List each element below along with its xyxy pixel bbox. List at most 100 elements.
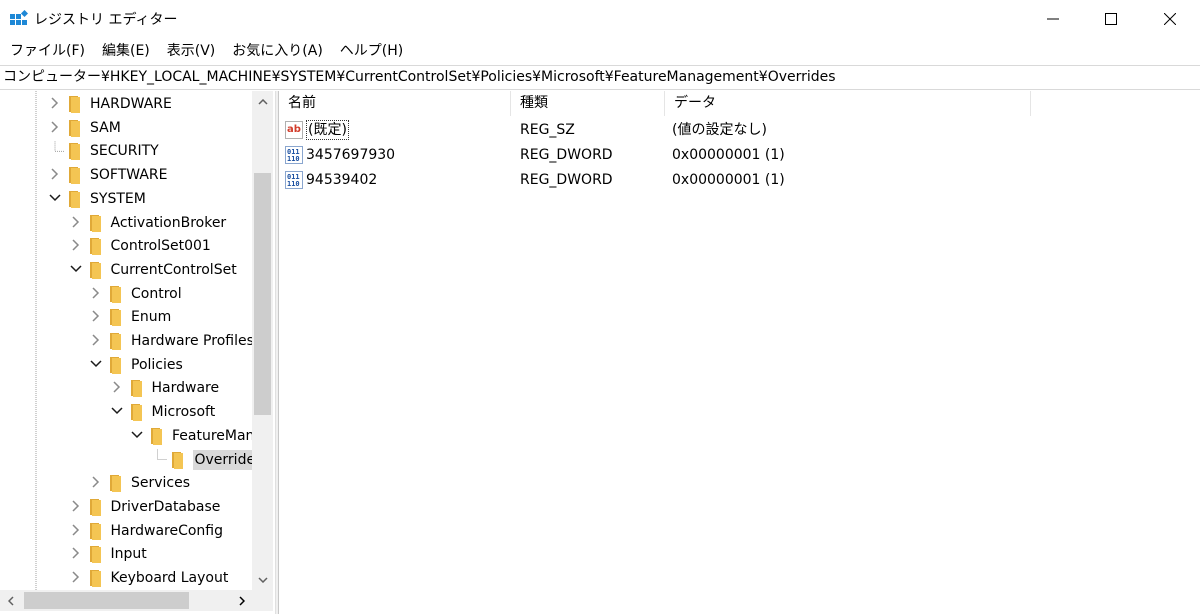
folder-icon bbox=[89, 261, 101, 279]
list-header: 名前 種類 データ bbox=[279, 91, 1200, 116]
chevron-right-icon[interactable] bbox=[69, 546, 83, 560]
tree-item[interactable]: HardwareConfig bbox=[0, 519, 252, 543]
chevron-down-icon[interactable] bbox=[130, 428, 144, 442]
value-row[interactable]: 011 110 3457697930 REG_DWORD 0x00000001 … bbox=[279, 143, 1179, 167]
window-title: レジストリ エディター bbox=[34, 12, 178, 28]
tree-item-label: ControlSet001 bbox=[110, 238, 211, 255]
tree-item[interactable]: SAM bbox=[0, 116, 252, 140]
column-header-name[interactable]: 名前 bbox=[279, 91, 511, 116]
chevron-right-icon[interactable] bbox=[48, 120, 62, 134]
tree-item[interactable]: ActivationBroker bbox=[0, 211, 252, 235]
tree-item[interactable]: SECURITY bbox=[0, 139, 252, 163]
tree-item-label: SYSTEM bbox=[90, 190, 146, 207]
folder-icon bbox=[69, 190, 80, 208]
menu-favorites[interactable]: お気に入り(A) bbox=[226, 38, 329, 64]
chevron-down-icon[interactable] bbox=[48, 191, 62, 205]
chevron-right-icon[interactable] bbox=[69, 570, 83, 584]
chevron-down-icon[interactable] bbox=[89, 357, 103, 371]
tree-item[interactable]: Input bbox=[0, 542, 252, 566]
chevron-right-icon[interactable] bbox=[89, 286, 103, 300]
folder-icon bbox=[89, 570, 101, 587]
folder-icon bbox=[89, 498, 101, 516]
scroll-down-button[interactable] bbox=[252, 569, 273, 590]
value-name: 3457697930 bbox=[306, 147, 396, 163]
tree-horizontal-scrollbar[interactable] bbox=[0, 590, 252, 611]
tree-vertical-scroll-thumb[interactable] bbox=[254, 173, 271, 415]
value-list[interactable]: 名前 種類 データ ab (既定) REG_SZ (値の設定なし) 011 11… bbox=[279, 91, 1200, 614]
tree-item-label: Hardware Profiles bbox=[131, 333, 254, 349]
folder-icon bbox=[110, 475, 121, 493]
folder-icon bbox=[89, 238, 101, 256]
value-row[interactable]: 011 110 94539402 REG_DWORD 0x00000001 (1… bbox=[279, 168, 1179, 192]
tree-item-label: Microsoft bbox=[151, 404, 216, 421]
scroll-up-button[interactable] bbox=[252, 91, 273, 112]
minimize-icon bbox=[1047, 18, 1059, 20]
scroll-right-button[interactable] bbox=[231, 590, 252, 611]
chevron-right-icon[interactable] bbox=[89, 309, 103, 323]
tree-item-label: Services bbox=[131, 475, 191, 492]
folder-icon bbox=[110, 356, 121, 374]
scroll-left-button[interactable] bbox=[0, 590, 21, 611]
binary-value-icon: 011 110 bbox=[285, 171, 303, 189]
folder-icon bbox=[69, 119, 80, 137]
tree-item[interactable]: FeatureMana bbox=[0, 424, 263, 448]
tree-item-label: SAM bbox=[90, 119, 121, 136]
tree-item[interactable]: Services bbox=[0, 471, 252, 495]
string-value-icon: ab bbox=[285, 121, 303, 139]
folder-icon bbox=[171, 451, 183, 469]
close-icon bbox=[1164, 13, 1176, 25]
chevron-right-icon[interactable] bbox=[110, 380, 124, 394]
chevron-down-icon[interactable] bbox=[110, 404, 124, 418]
column-header-data[interactable]: データ bbox=[665, 91, 1031, 116]
tree-item-label: Policies bbox=[131, 356, 183, 373]
scrollbar-corner bbox=[252, 590, 273, 611]
key-tree[interactable]: HARDWARE SAM SECURITY SOFTWARE SYSTEM Activat… bbox=[0, 91, 275, 614]
address-bar[interactable]: コンピューター¥HKEY_LOCAL_MACHINE¥SYSTEM¥Curren… bbox=[0, 65, 1200, 90]
tree-item[interactable]: Hardware Profiles bbox=[0, 329, 254, 353]
tree-item[interactable]: Hardware bbox=[0, 376, 252, 400]
tree-item[interactable]: ControlSet001 bbox=[0, 234, 252, 258]
chevron-right-icon[interactable] bbox=[48, 167, 62, 181]
chevron-right-icon[interactable] bbox=[89, 475, 103, 489]
menu-bar: ファイル(F) 編集(E) 表示(V) お気に入り(A) ヘルプ(H) bbox=[0, 38, 1200, 64]
chevron-down-icon[interactable] bbox=[69, 262, 83, 276]
folder-icon bbox=[151, 427, 162, 445]
folder-icon bbox=[110, 285, 121, 303]
tree-item[interactable]: Microsoft bbox=[0, 400, 252, 424]
menu-edit[interactable]: 編集(E) bbox=[96, 38, 156, 64]
chevron-right-icon[interactable] bbox=[69, 499, 83, 513]
tree-item[interactable]: Keyboard Layout bbox=[0, 566, 252, 590]
chevron-right-icon[interactable] bbox=[48, 96, 62, 110]
menu-help[interactable]: ヘルプ(H) bbox=[334, 38, 409, 64]
binary-value-icon: 011 110 bbox=[285, 146, 303, 164]
chevron-left-icon bbox=[7, 595, 14, 606]
tree-item[interactable]: HARDWARE bbox=[0, 92, 252, 116]
menu-view[interactable]: 表示(V) bbox=[161, 38, 222, 64]
maximize-button[interactable] bbox=[1082, 0, 1140, 38]
tree-item[interactable]: Control bbox=[0, 282, 252, 306]
column-header-type[interactable]: 種類 bbox=[511, 91, 665, 116]
minimize-button[interactable] bbox=[1024, 0, 1082, 38]
value-row-default[interactable]: ab (既定) REG_SZ (値の設定なし) bbox=[279, 118, 1179, 142]
tree-vertical-scrollbar[interactable] bbox=[252, 91, 273, 590]
chevron-right-icon[interactable] bbox=[69, 215, 83, 229]
tree-item-label: DriverDatabase bbox=[110, 498, 221, 515]
tree-item[interactable]: SYSTEM bbox=[0, 187, 252, 211]
chevron-right-icon[interactable] bbox=[69, 523, 83, 537]
tree-item[interactable]: Policies bbox=[0, 353, 252, 377]
chevron-right-icon[interactable] bbox=[89, 333, 103, 347]
tree-item[interactable]: Enum bbox=[0, 305, 252, 329]
tree-item[interactable]: SOFTWARE bbox=[0, 163, 252, 187]
svg-text:110: 110 bbox=[287, 155, 300, 163]
tree-item[interactable]: CurrentControlSet bbox=[0, 258, 252, 282]
tree-item[interactable]: Overrides bbox=[0, 448, 265, 472]
tree-item-label: Keyboard Layout bbox=[110, 570, 229, 586]
folder-icon bbox=[110, 333, 121, 350]
tree-item[interactable]: DriverDatabase bbox=[0, 495, 252, 519]
title-bar[interactable]: レジストリ エディター bbox=[0, 0, 1200, 38]
menu-file[interactable]: ファイル(F) bbox=[4, 38, 91, 64]
chevron-right-icon[interactable] bbox=[69, 238, 83, 252]
tree-horizontal-scroll-thumb[interactable] bbox=[24, 592, 189, 609]
close-button[interactable] bbox=[1141, 0, 1199, 38]
tree-item-label: FeatureMana bbox=[172, 427, 264, 444]
